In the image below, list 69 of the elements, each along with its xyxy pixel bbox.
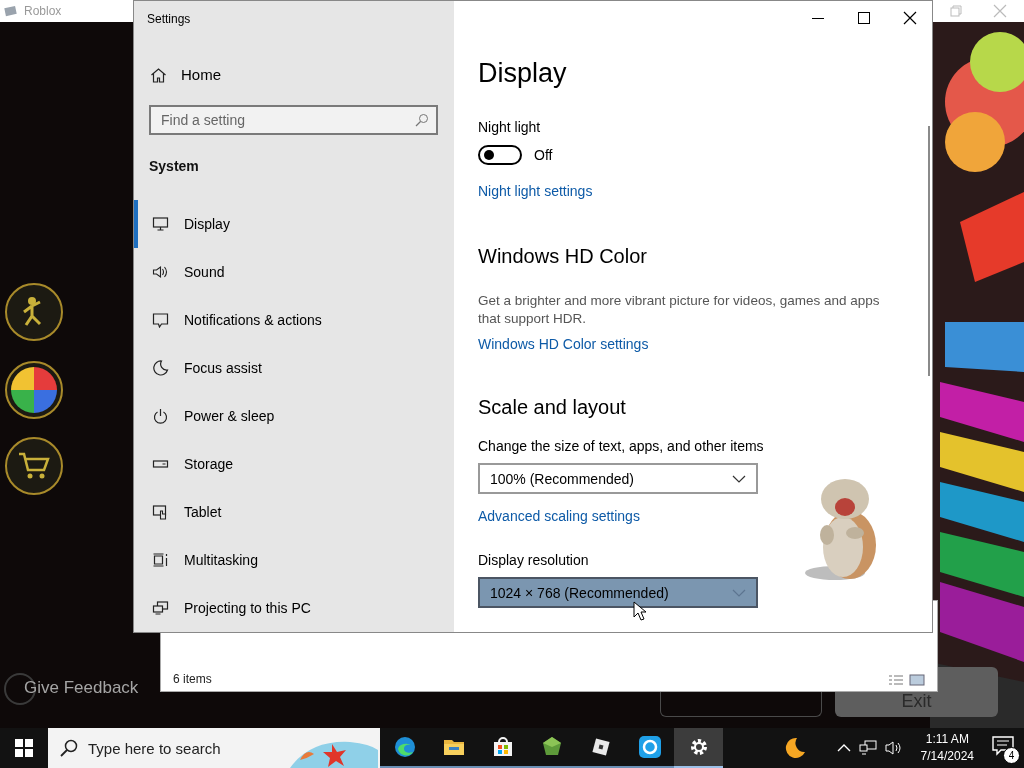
nav-item[interactable]: Display	[134, 200, 454, 248]
search-placeholder: Type here to search	[88, 739, 221, 757]
nav-item[interactable]: Power & sleep	[134, 392, 454, 440]
maximize-button[interactable]	[856, 10, 872, 26]
network-icon[interactable]	[858, 740, 877, 756]
nav-item[interactable]: Focus assist	[134, 344, 454, 392]
clock-time[interactable]: 1:11 AM	[925, 731, 969, 748]
setting-label: Change the size of text, apps, and other items	[478, 438, 765, 454]
search-field[interactable]: Find a setting	[149, 105, 438, 135]
color-wheel-icon	[9, 365, 59, 415]
cart-button[interactable]	[5, 437, 63, 495]
projector-icon	[152, 600, 169, 616]
scrollbar[interactable]	[928, 126, 930, 376]
chevron-down-icon	[732, 588, 746, 597]
window-title: Settings	[146, 11, 192, 28]
toggle-switch[interactable]	[478, 145, 522, 165]
volume-icon[interactable]	[884, 740, 903, 756]
settings-link[interactable]: Advanced scaling settings	[478, 508, 640, 524]
status-text: 6 items	[173, 672, 212, 686]
home-icon	[150, 66, 167, 83]
taskbar-search-field[interactable]: Type here to search	[48, 728, 380, 768]
nav-item[interactable]: Notifications & actions	[134, 296, 454, 344]
close-button[interactable]	[902, 10, 918, 26]
app-icon	[4, 5, 18, 17]
dropdown[interactable]: 1024 × 768 (Recommended)	[478, 577, 758, 608]
tablet-icon	[152, 504, 169, 520]
multitasking-icon	[152, 552, 169, 568]
search-icon	[415, 113, 429, 128]
page-heading: Display	[478, 58, 568, 89]
taskbar-app-button[interactable]	[674, 728, 723, 768]
toggle-state: Off	[534, 147, 553, 163]
setting-label: Night light	[478, 119, 542, 135]
minimize-icon	[812, 17, 824, 19]
power-icon	[152, 408, 169, 424]
search-icon	[60, 739, 78, 757]
monitor-icon	[152, 216, 169, 232]
nav-item[interactable]: Tablet	[134, 488, 454, 536]
cart-icon	[17, 451, 51, 481]
nav-item[interactable]: Sound	[134, 248, 454, 296]
nav-item[interactable]: Multitasking	[134, 536, 454, 584]
nav-item[interactable]: Projecting to this PC	[134, 584, 454, 632]
message-icon	[152, 312, 169, 328]
section-heading: Scale and layout	[478, 396, 627, 419]
clock-date[interactable]: 7/14/2024	[920, 748, 974, 765]
speaker-icon	[152, 264, 169, 280]
sync-icon	[637, 735, 662, 759]
edge-icon	[392, 735, 417, 759]
window-title: Roblox	[24, 4, 62, 18]
chevron-up-icon[interactable]	[836, 743, 851, 753]
maximize-icon	[856, 10, 872, 26]
cursor-icon	[633, 601, 646, 621]
settings-link[interactable]: Windows HD Color settings	[478, 336, 649, 352]
nav-item[interactable]: Storage	[134, 440, 454, 488]
color-wheel-button[interactable]	[5, 361, 63, 419]
chevron-down-icon	[732, 474, 746, 483]
setting-label: Display resolution	[478, 552, 590, 568]
four-squares-icon	[15, 739, 33, 757]
section-heading: Windows HD Color	[478, 245, 648, 268]
tiles-view-icon[interactable]	[909, 674, 925, 686]
settings-link[interactable]: Night light settings	[478, 183, 593, 199]
feedback-label[interactable]: Give Feedback	[24, 678, 139, 698]
description-text: Get a brighter and more vibrant picture for videos, games and apps that support HDR.	[478, 292, 881, 328]
moon-icon	[152, 360, 169, 376]
notification-badge: 4	[1003, 747, 1020, 764]
dance-button[interactable]	[5, 283, 63, 341]
section-heading: System	[149, 158, 200, 174]
dropdown[interactable]: 100% (Recommended)	[478, 463, 758, 494]
home-link[interactable]: Home	[134, 56, 454, 93]
close-icon	[902, 10, 918, 26]
